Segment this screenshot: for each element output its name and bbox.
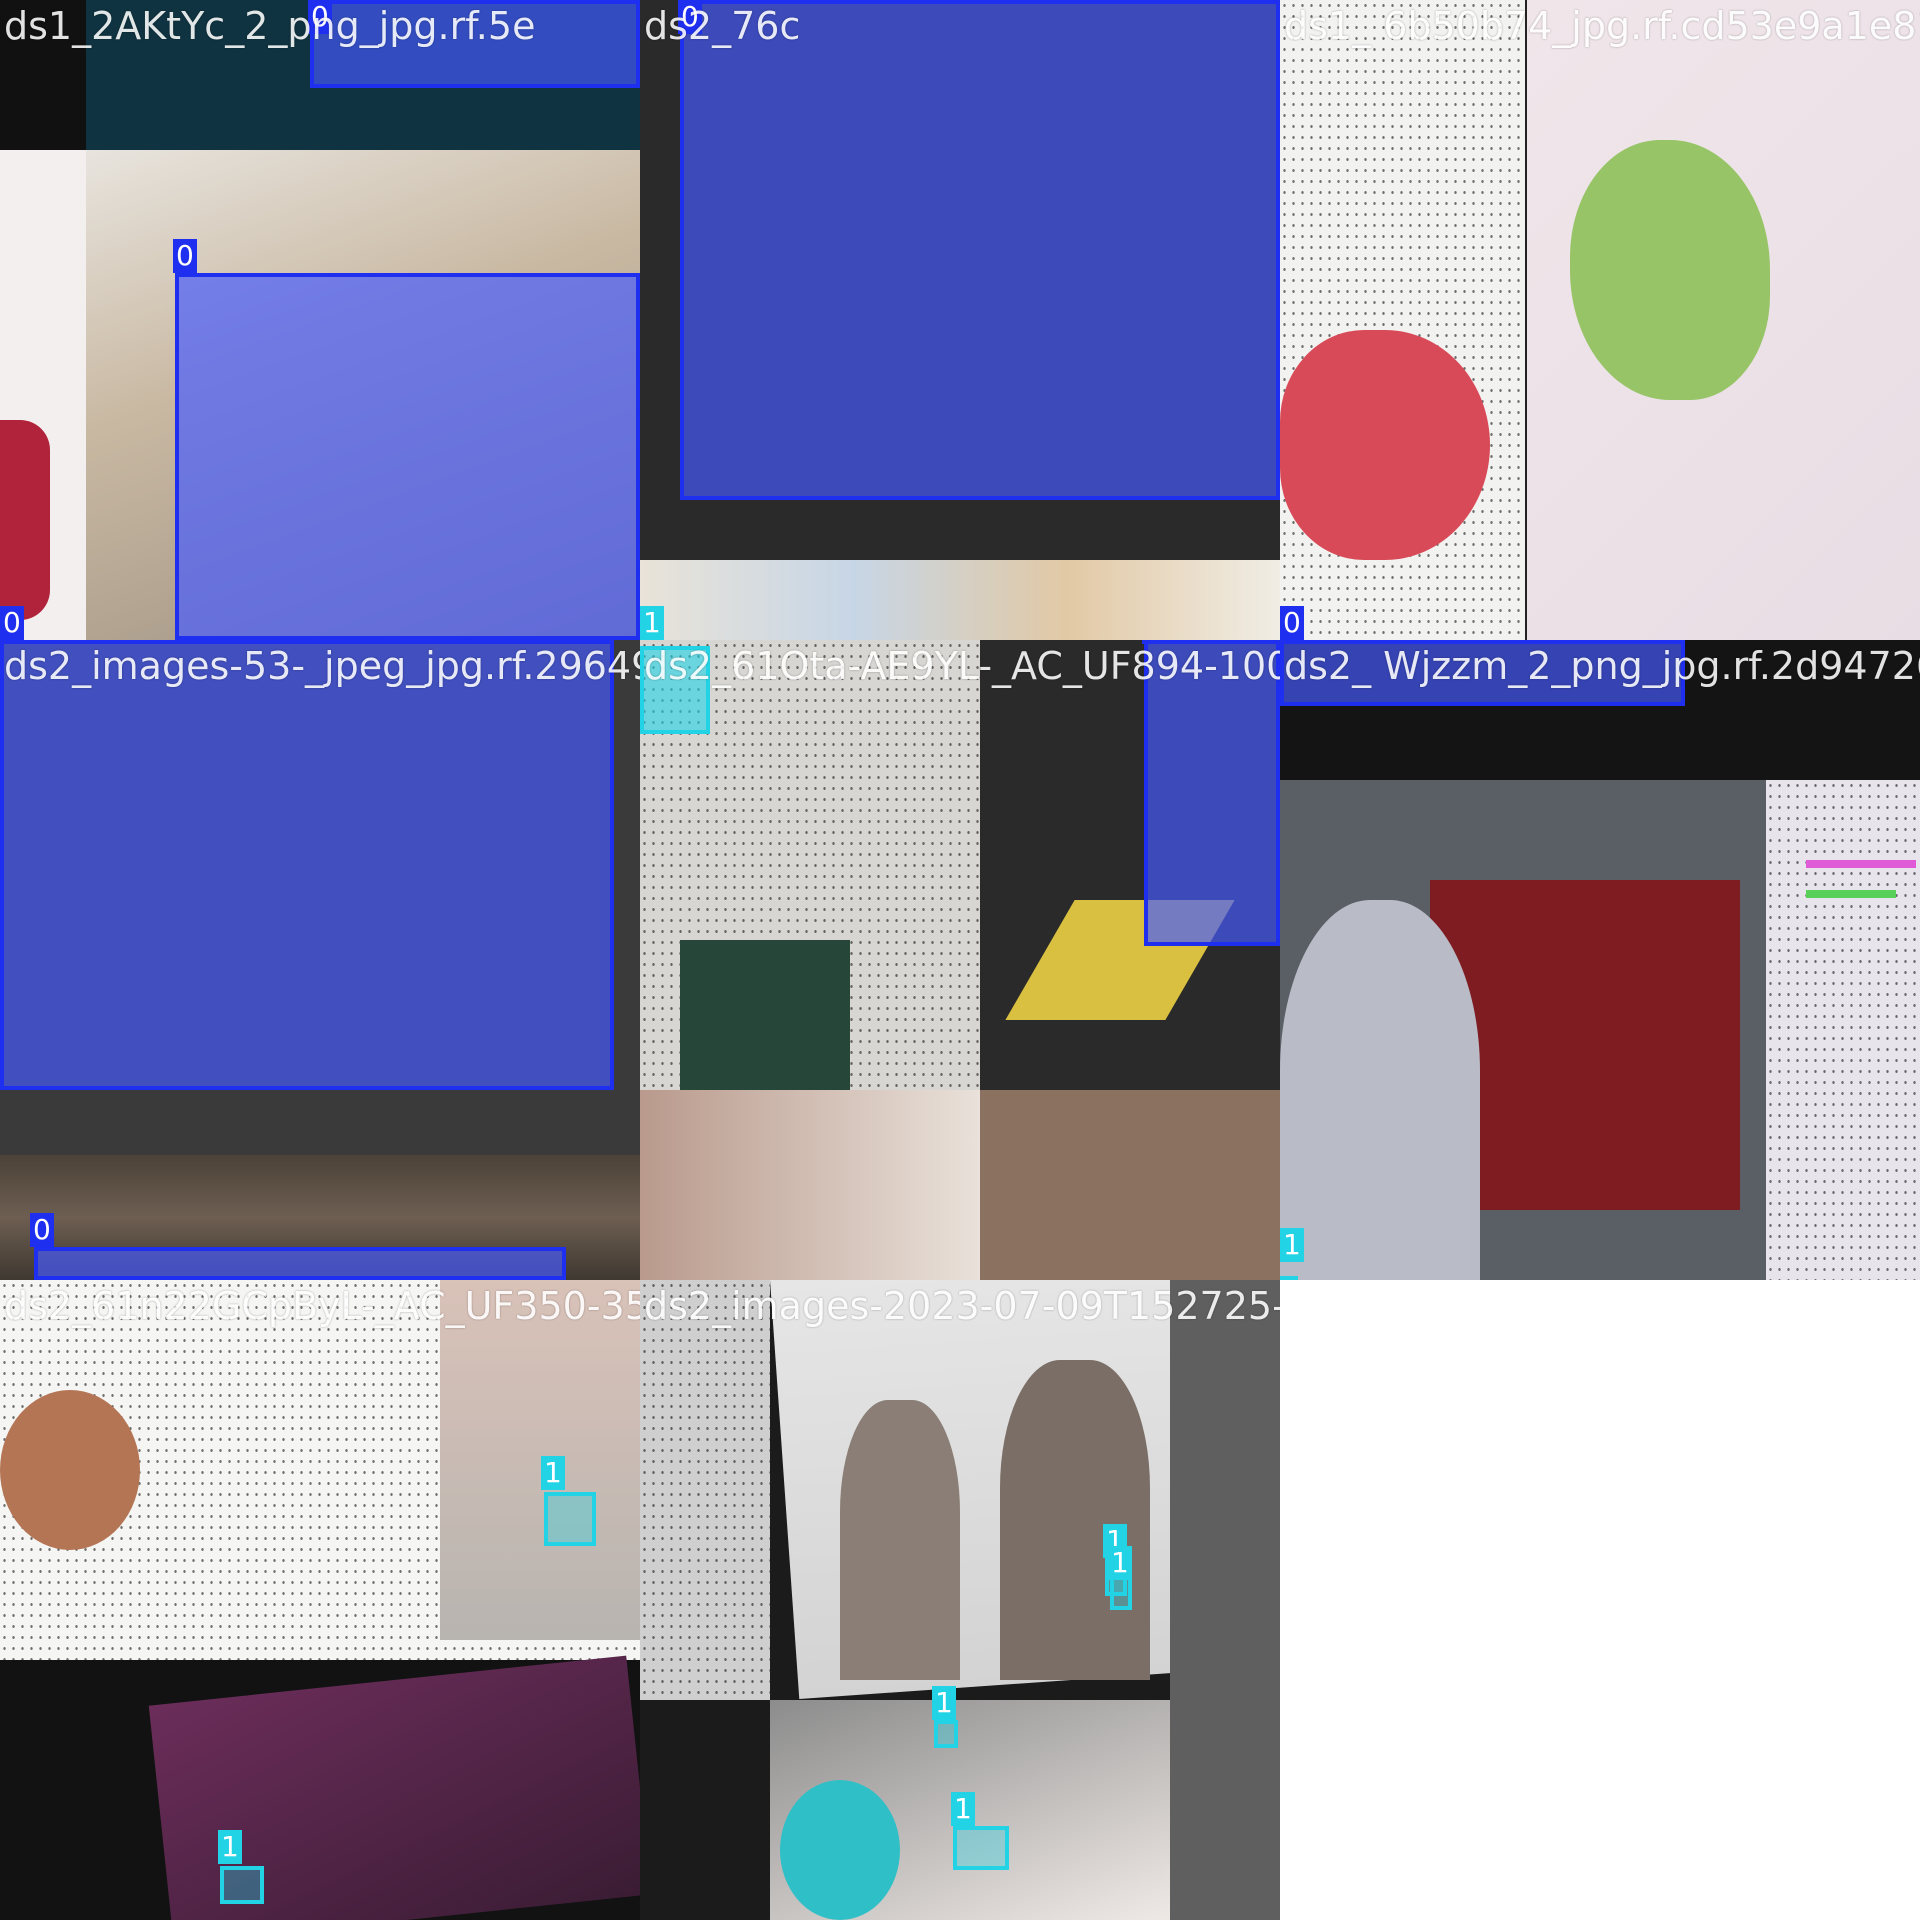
class-label: 0 <box>308 0 332 34</box>
mosaic-tile-4: 0 ds2_images-53-_jpeg_jpg.rf.29649d6 <box>0 640 640 1280</box>
mosaic-tile-1: 0 0 0 ds1_2AKtYc_2_png_jpg.rf.5e <box>0 0 640 640</box>
id-badge-box <box>544 1492 596 1546</box>
class-label: 0 <box>1280 606 1304 640</box>
class-label: 0 <box>1142 640 1166 644</box>
class-label: 1 <box>932 1686 956 1720</box>
mosaic-tile-2: 0 1 ds2_76c <box>640 0 1280 640</box>
class-label: 0 <box>678 0 702 34</box>
document-box <box>310 0 640 88</box>
class-label: 1 <box>951 1792 975 1826</box>
class-label: 1 <box>1280 1228 1304 1262</box>
mosaic-tile-6: 1 ds2_ Wjzzm_2_png_jpg.rf.2d94726c <box>1280 640 1920 1280</box>
class-label: 1 <box>541 1456 565 1490</box>
document-box <box>175 273 640 640</box>
document-box <box>1280 640 1685 706</box>
class-label: 1 <box>218 1830 242 1864</box>
class-label: 0 <box>0 606 24 640</box>
id-badge-box <box>953 1826 1009 1870</box>
id-badge-box <box>640 646 710 734</box>
training-batch-mosaic: 0 0 0 ds1_2AKtYc_2_png_jpg.rf.5e 0 1 ds2… <box>0 0 1920 1920</box>
document-box <box>34 1247 566 1280</box>
id-badge-box <box>934 1720 958 1748</box>
class-label: 0 <box>173 239 197 273</box>
mosaic-tile-7: 1 1 ds2_61n22GCpByL-_AC_UF350-350 <box>0 1280 640 1920</box>
mosaic-tile-3: 0 ds1_ 6b50b74_jpg.rf.cd53e9a1e81082e6 <box>1280 0 1920 640</box>
document-box <box>1144 640 1280 946</box>
class-label: 0 <box>30 1213 54 1247</box>
mosaic-tile-8: 1 1 1 1 ds2_images-2023-07-09T152725-466… <box>640 1280 1280 1920</box>
mosaic-tile-5: 0 ds2_61Ota-AE9YL-_AC_UF894-1000_QL80 <box>640 640 1280 1280</box>
class-label: 1 <box>640 606 664 640</box>
document-box <box>0 640 614 1090</box>
class-label: 1 <box>1108 1546 1132 1580</box>
id-badge-box <box>220 1866 264 1904</box>
document-box <box>680 0 1280 500</box>
id-badge-box <box>1280 1276 1298 1280</box>
